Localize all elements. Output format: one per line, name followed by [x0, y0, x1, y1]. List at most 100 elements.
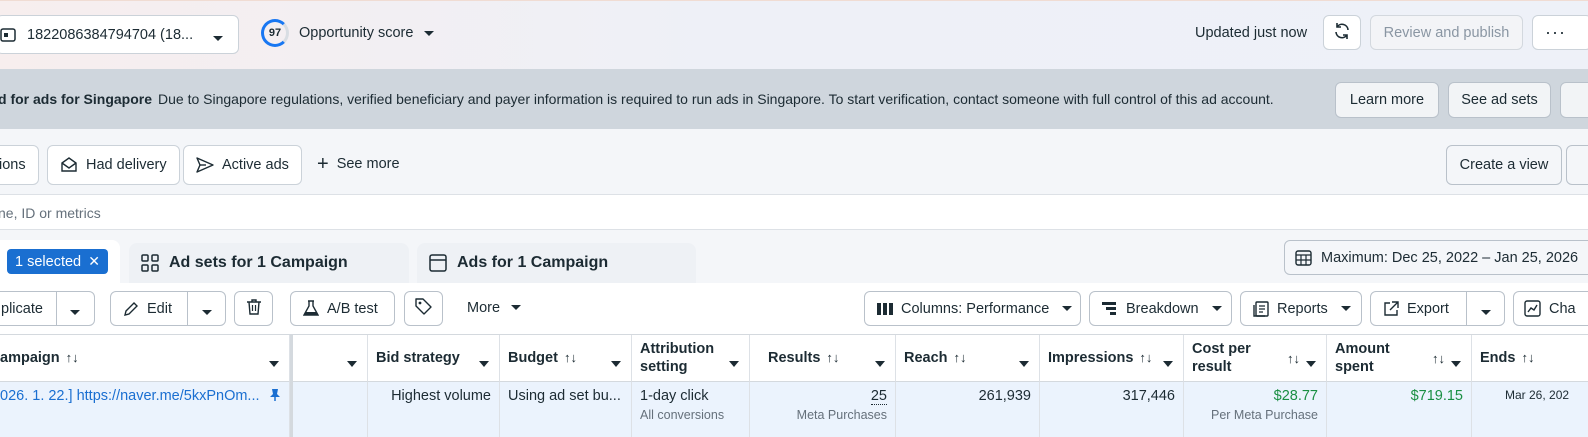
table-row-campaign-cell[interactable]: 026. 1. 22.] https://naver.me/5kxPnOm... [0, 382, 290, 437]
column-header-amount-spent[interactable]: Amount spent ↑↓ [1327, 335, 1472, 382]
pin-icon[interactable] [269, 388, 281, 406]
breakdown-button[interactable]: Breakdown [1089, 291, 1232, 326]
campaign-name-link[interactable]: 026. 1. 22.] https://naver.me/5kxPnOm... [0, 388, 260, 404]
columns-button[interactable]: Columns: Performance [864, 291, 1081, 326]
active-ads-label: Active ads [222, 157, 289, 173]
selected-count-label: 1 selected [15, 253, 82, 270]
reports-button[interactable]: Reports [1240, 291, 1362, 326]
column-header-delivery[interactable] [293, 335, 368, 382]
singapore-regulation-banner: d for ads for Singapore Due to Singapore… [0, 69, 1588, 129]
edit-button[interactable]: Edit [110, 291, 226, 326]
reports-icon [1253, 300, 1269, 317]
tag-icon [415, 298, 432, 319]
column-header-campaign[interactable]: ampaign ↑↓ [0, 335, 290, 382]
ad-icon [429, 254, 447, 272]
duplicate-label: plicate [1, 300, 43, 317]
table-row-delivery-cell [293, 382, 368, 437]
column-header-impressions[interactable]: Impressions ↑↓ [1040, 335, 1184, 382]
table-row-cost-per-result-cell: $28.77 Per Meta Purchase [1184, 382, 1327, 437]
pencil-icon [123, 301, 139, 317]
column-header-cost-per-result[interactable]: Cost per result ↑↓ [1184, 335, 1327, 382]
chevron-down-icon[interactable] [201, 305, 213, 321]
column-header-budget[interactable]: Budget ↑↓ [500, 335, 632, 382]
data-table: ampaign ↑↓ Bid strategy Budget ↑↓ Attribut… [0, 335, 1588, 437]
column-header-attribution[interactable]: Attribution setting [632, 335, 750, 382]
search-input[interactable] [0, 202, 798, 224]
delete-button[interactable] [234, 291, 273, 326]
frozen-column-divider[interactable] [290, 335, 293, 437]
ab-test-button[interactable]: A/B test [290, 291, 395, 326]
sort-icon[interactable]: ↑↓ [66, 349, 79, 367]
reports-label: Reports [1277, 300, 1328, 317]
chevron-down-icon[interactable] [69, 305, 81, 321]
tag-button[interactable] [404, 291, 443, 326]
review-and-publish-button[interactable]: Review and publish [1370, 15, 1523, 50]
chevron-down-icon[interactable] [611, 355, 621, 373]
sort-icon[interactable]: ↑↓ [1521, 349, 1534, 367]
chevron-down-icon[interactable] [269, 355, 279, 373]
tab-ads[interactable]: Ads for 1 Campaign [417, 243, 696, 283]
chevron-down-icon [510, 304, 522, 312]
sort-icon[interactable]: ↑↓ [1432, 350, 1445, 368]
create-view-dropdown[interactable] [1566, 145, 1588, 185]
edit-label: Edit [147, 300, 172, 317]
chart-button[interactable]: Cha [1513, 291, 1588, 326]
chevron-down-icon[interactable] [1163, 355, 1173, 373]
column-header-reach[interactable]: Reach ↑↓ [896, 335, 1040, 382]
columns-icon [877, 302, 893, 316]
filter-chip-partial[interactable]: ions [0, 145, 39, 185]
action-toolbar: plicate Edit A/B test More Columns: Perf… [0, 283, 1588, 335]
chart-icon [1524, 300, 1541, 317]
filter-chip-had-delivery[interactable]: Had delivery [47, 145, 180, 185]
refresh-icon [1333, 22, 1351, 43]
updated-status: Updated just now [1195, 25, 1308, 41]
table-row-attribution-cell: 1-day click All conversions [632, 382, 750, 437]
sort-icon[interactable]: ↑↓ [1287, 350, 1300, 368]
trash-icon [246, 298, 262, 319]
create-view-button[interactable]: Create a view [1446, 145, 1562, 185]
chevron-down-icon[interactable] [1451, 355, 1461, 373]
chevron-down-icon [1061, 305, 1073, 313]
table-row-impressions-cell: 317,446 [1040, 382, 1184, 437]
selected-count-pill[interactable]: 1 selected ✕ [7, 249, 108, 274]
search-bar [0, 196, 1588, 230]
date-range-picker[interactable]: Maximum: Dec 25, 2022 – Jan 25, 2026 [1284, 240, 1588, 275]
tab-ads-label: Ads for 1 Campaign [457, 254, 609, 271]
sort-icon[interactable]: ↑↓ [954, 349, 967, 367]
ab-test-label: A/B test [327, 300, 378, 317]
account-icon [0, 26, 17, 44]
account-selector[interactable]: 1822086384794704 (18... [0, 15, 239, 54]
chevron-down-icon[interactable] [1306, 355, 1316, 373]
chevron-down-icon[interactable] [875, 355, 885, 373]
chevron-down-icon[interactable] [347, 355, 357, 373]
breakdown-label: Breakdown [1126, 300, 1199, 317]
see-ad-sets-button[interactable]: See ad sets [1448, 82, 1551, 118]
chevron-down-icon[interactable] [729, 355, 739, 373]
filter-chip-active-ads[interactable]: Active ads [183, 145, 302, 185]
see-more-button[interactable]: + See more [317, 154, 400, 174]
opportunity-score[interactable]: 97 Opportunity score [261, 19, 435, 47]
column-header-ends[interactable]: Ends ↑↓ [1472, 335, 1588, 382]
sort-icon[interactable]: ↑↓ [1139, 349, 1152, 367]
column-header-bid-strategy[interactable]: Bid strategy [368, 335, 500, 382]
banner-extra-button[interactable] [1560, 82, 1588, 118]
top-bar: 1822086384794704 (18... 97 Opportunity s… [0, 0, 1588, 69]
sort-icon[interactable]: ↑↓ [826, 349, 839, 367]
column-header-results[interactable]: Results ↑↓ [750, 335, 896, 382]
learn-more-button[interactable]: Learn more [1335, 82, 1439, 118]
chevron-down-icon[interactable] [1480, 305, 1492, 321]
more-options-button[interactable]: ··· [1532, 15, 1588, 50]
tab-ad-sets[interactable]: Ad sets for 1 Campaign [129, 243, 409, 283]
more-actions-button[interactable]: More [467, 300, 522, 316]
export-button[interactable]: Export [1370, 291, 1505, 326]
refresh-button[interactable] [1323, 15, 1361, 50]
chevron-down-icon[interactable] [479, 355, 489, 373]
sort-icon[interactable]: ↑↓ [564, 349, 577, 367]
table-row-amount-spent-cell: $719.15 [1327, 382, 1472, 437]
close-icon[interactable]: ✕ [88, 253, 100, 270]
had-delivery-label: Had delivery [86, 157, 167, 173]
chevron-down-icon [1340, 305, 1352, 313]
chevron-down-icon[interactable] [1019, 355, 1029, 373]
chevron-down-icon [423, 25, 435, 41]
duplicate-button[interactable]: plicate [0, 291, 95, 326]
